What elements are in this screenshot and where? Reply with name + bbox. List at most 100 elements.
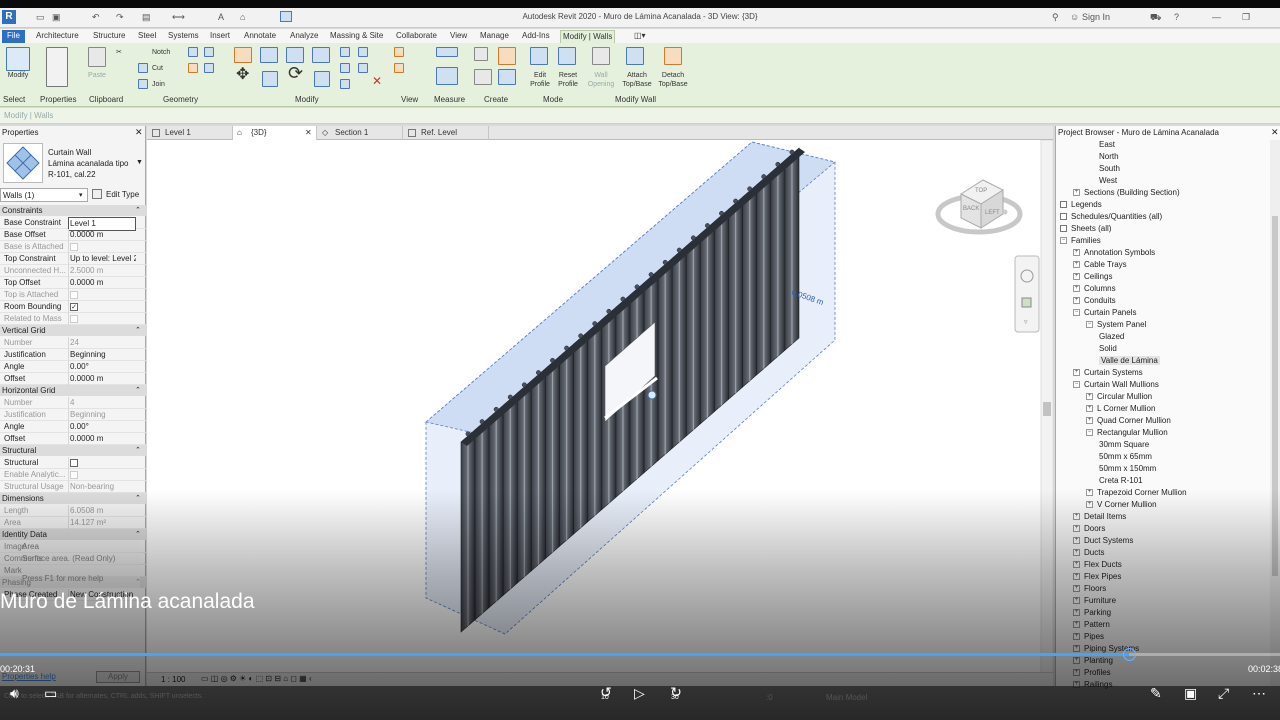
property-value[interactable]: ✓	[68, 301, 136, 313]
expand-icon[interactable]: +	[1086, 501, 1093, 509]
browser-item[interactable]: + Sections (Building Section)	[1073, 187, 1180, 199]
tab-file[interactable]: File	[2, 30, 25, 43]
edit-profile-button[interactable]: Edit Profile	[526, 71, 554, 89]
split-icon[interactable]	[340, 47, 350, 57]
viewport-scrollbar-thumb[interactable]	[1043, 402, 1051, 416]
browser-item[interactable]: − Families	[1060, 235, 1101, 247]
navigation-bar[interactable]: ▿	[1014, 255, 1040, 333]
expand-icon[interactable]: +	[1073, 369, 1080, 377]
expand-icon[interactable]: +	[1086, 489, 1093, 497]
type-name-line2[interactable]: R-101, cal.22	[48, 170, 96, 179]
checkbox-icon[interactable]	[70, 458, 78, 467]
browser-item[interactable]: + Floors	[1073, 583, 1106, 595]
browser-item[interactable]: − Rectangular Mullion	[1086, 427, 1168, 439]
play-button[interactable]: ▷	[634, 686, 645, 700]
browser-item[interactable]: Sheets (all)	[1060, 223, 1111, 235]
detach-top-base-button[interactable]: Detach Top/Base	[656, 71, 690, 89]
detail-level-icon[interactable]: ▭ ◫ ◎ ⚙ ☀ ◐ ⬚ ⊡ ⊟ ⌂ ◻ ▦ ‹	[201, 674, 312, 683]
expand-icon[interactable]: +	[1086, 405, 1093, 413]
aligned-dimension-icon[interactable]	[436, 67, 458, 85]
join-button[interactable]: Join	[152, 80, 165, 89]
browser-item[interactable]: + Detail Items	[1073, 511, 1126, 523]
detach-top-base-icon[interactable]	[664, 47, 682, 65]
collapse-icon[interactable]: −	[1060, 237, 1067, 245]
collapse-icon[interactable]: ⌃	[135, 206, 141, 214]
expand-icon[interactable]: +	[1073, 525, 1080, 533]
browser-item[interactable]: + Profiles	[1073, 667, 1111, 679]
collapse-icon[interactable]: ⌃	[135, 386, 141, 394]
browser-item[interactable]: 30mm Square	[1099, 439, 1149, 451]
wall-join-icon[interactable]	[188, 47, 198, 57]
browser-item[interactable]: + L Corner Mullion	[1086, 403, 1155, 415]
sign-in-link[interactable]: Sign In	[1082, 12, 1110, 22]
expand-icon[interactable]: +	[1073, 537, 1080, 545]
tab-view-section-1[interactable]: ◇ Section 1	[317, 126, 403, 140]
notch-button[interactable]: Notch	[152, 48, 170, 57]
wall-opening-icon[interactable]	[592, 47, 610, 65]
browser-item[interactable]: + Flex Ducts	[1073, 559, 1122, 571]
contextual-tab-toggle-icon[interactable]: ◫▾	[632, 30, 648, 43]
browser-item[interactable]: + Circular Mullion	[1086, 391, 1152, 403]
browser-item[interactable]: South	[1099, 163, 1120, 175]
expand-icon[interactable]: +	[1073, 285, 1080, 293]
tab-view-3d[interactable]: ⌂ {3D} ✕	[233, 126, 317, 140]
paste-icon[interactable]	[88, 47, 106, 67]
browser-item[interactable]: Glazed	[1099, 331, 1124, 343]
browser-item[interactable]: East	[1099, 139, 1115, 151]
browser-item[interactable]: 50mm x 150mm	[1099, 463, 1156, 475]
property-value[interactable]: Beginning	[68, 349, 136, 361]
panel-select[interactable]: Select	[3, 95, 25, 104]
expand-icon[interactable]: +	[1073, 261, 1080, 269]
property-value[interactable]: Up to level: Level 2	[68, 253, 136, 265]
expand-icon[interactable]: +	[1073, 273, 1080, 281]
expand-icon[interactable]: +	[1073, 549, 1080, 557]
expand-icon[interactable]: +	[1086, 393, 1093, 401]
expand-icon[interactable]: +	[1073, 657, 1080, 665]
browser-item[interactable]: + Pipes	[1073, 631, 1104, 643]
browser-item[interactable]: + Columns	[1073, 283, 1116, 295]
tab-annotate[interactable]: Annotate	[242, 30, 278, 43]
expand-icon[interactable]: +	[1073, 645, 1080, 653]
browser-item[interactable]: + Curtain Systems	[1073, 367, 1143, 379]
main-model-selector[interactable]: Main Model	[826, 693, 867, 702]
progress-scrubber[interactable]	[1122, 648, 1136, 661]
copy-icon[interactable]	[262, 71, 278, 87]
expand-icon[interactable]: +	[1073, 669, 1080, 677]
view-scale[interactable]: 1 : 100	[161, 675, 185, 684]
browser-item[interactable]: + Ceilings	[1073, 271, 1112, 283]
demolish-icon[interactable]	[204, 63, 214, 73]
property-value[interactable]: 0.0000 m	[68, 229, 136, 241]
fullscreen-icon[interactable]: ⤢	[1218, 686, 1229, 700]
property-value[interactable]: 0.0000 m	[68, 373, 136, 385]
property-section-header[interactable]: Dimensions	[0, 493, 146, 504]
property-section-header[interactable]: Constraints	[0, 205, 146, 216]
browser-item[interactable]: − System Panel	[1086, 319, 1146, 331]
tab-manage[interactable]: Manage	[478, 30, 511, 43]
property-value[interactable]: 0.00°	[68, 421, 136, 433]
browser-item[interactable]: + Flex Pipes	[1073, 571, 1121, 583]
expand-icon[interactable]: +	[1073, 633, 1080, 641]
restore-icon[interactable]: ❐	[1242, 12, 1250, 23]
edit-type-button[interactable]: Edit Type	[92, 188, 144, 202]
move-icon[interactable]: ✥	[236, 67, 249, 83]
paste-button[interactable]: Paste	[84, 71, 110, 80]
minimize-icon[interactable]: —	[1212, 12, 1221, 22]
browser-item[interactable]: + Furniture	[1073, 595, 1116, 607]
skip-forward-button[interactable]: ↻ 30	[666, 685, 686, 701]
user-icon[interactable]: ☺	[1070, 12, 1079, 22]
expand-icon[interactable]: +	[1073, 297, 1080, 305]
type-name-line1[interactable]: Lámina acanalada tipo	[48, 159, 129, 168]
attach-top-base-icon[interactable]	[626, 47, 644, 65]
browser-item[interactable]: Valle de Lámina	[1099, 355, 1160, 367]
property-value[interactable]	[68, 457, 136, 469]
type-dropdown-icon[interactable]: ▼	[136, 159, 143, 166]
instance-selector[interactable]: Walls (1) ▾	[0, 188, 88, 202]
volume-icon[interactable]: 🔊︎	[10, 686, 19, 700]
property-value[interactable]: 0.0000 m	[68, 433, 136, 445]
delete-icon[interactable]: ✕	[372, 75, 382, 87]
unpin-icon[interactable]	[358, 63, 368, 73]
tab-systems[interactable]: Systems	[166, 30, 201, 43]
expand-icon[interactable]: +	[1073, 585, 1080, 593]
browser-item[interactable]: + Pattern	[1073, 619, 1110, 631]
browser-item[interactable]: + Parking	[1073, 607, 1111, 619]
